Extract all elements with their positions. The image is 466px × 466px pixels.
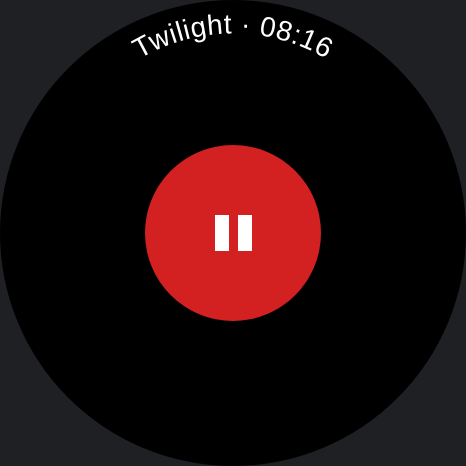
pause-icon (214, 215, 252, 251)
pause-bar-left (214, 215, 229, 251)
time-display: 08:16 (257, 10, 338, 64)
pause-recording-button[interactable] (145, 145, 321, 321)
header-text: Twilight · 08:16 (127, 8, 338, 64)
title-separator: · (232, 8, 261, 41)
app-title: Twilight (127, 8, 232, 64)
watch-face: Twilight · 08:16 (0, 0, 466, 466)
header-textpath: Twilight · 08:16 (127, 8, 338, 64)
pause-bar-right (237, 215, 252, 251)
screen: Twilight · 08:16 (0, 0, 466, 466)
